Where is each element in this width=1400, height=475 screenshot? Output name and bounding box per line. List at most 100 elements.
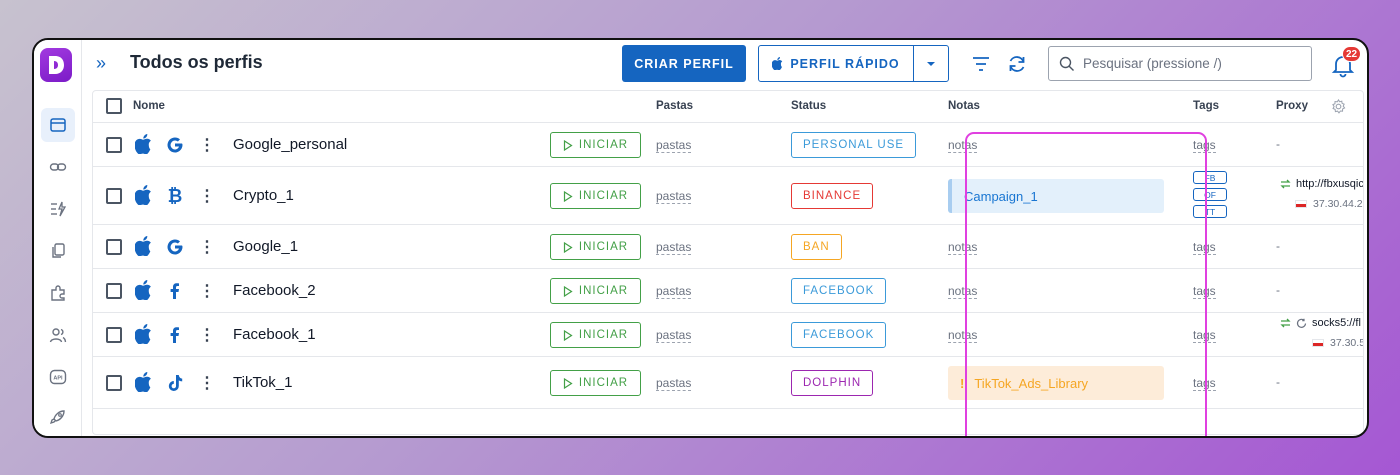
- refresh-icon[interactable]: [1006, 53, 1028, 75]
- proxy-empty: -: [1276, 137, 1280, 151]
- start-button[interactable]: INICIAR: [550, 322, 641, 348]
- profile-name[interactable]: Crypto_1: [233, 187, 294, 204]
- start-label: INICIAR: [578, 285, 629, 297]
- profile-name[interactable]: Google_1: [233, 238, 298, 255]
- search-input[interactable]: [1083, 56, 1303, 71]
- tags-link[interactable]: tags: [1193, 285, 1216, 299]
- expand-sidebar-icon[interactable]: »: [96, 53, 106, 74]
- status-badge[interactable]: PERSONAL USE: [791, 132, 917, 158]
- column-status[interactable]: Status: [791, 100, 826, 112]
- start-button[interactable]: INICIAR: [550, 278, 641, 304]
- sidebar-item-api[interactable]: API: [41, 360, 75, 394]
- row-checkbox[interactable]: [106, 137, 122, 153]
- column-notes[interactable]: Notas: [948, 100, 980, 112]
- filter-icon[interactable]: [970, 53, 992, 75]
- tiktok-icon: [165, 373, 185, 393]
- proxy-entry[interactable]: http://fbxusqic: [1280, 178, 1363, 190]
- tags-link[interactable]: tags: [1193, 139, 1216, 153]
- quick-profile-dropdown[interactable]: [913, 45, 949, 82]
- tags-link[interactable]: tags: [1193, 241, 1216, 255]
- proxy-entry[interactable]: socks5://fl: [1280, 317, 1361, 329]
- column-name[interactable]: Nome: [133, 100, 165, 112]
- status-badge[interactable]: FACEBOOK: [791, 278, 887, 304]
- sidebar-item-links[interactable]: [41, 150, 75, 184]
- top-bar: » Todos os perfis CRIAR PERFIL PERFIL RÁ…: [82, 40, 1367, 90]
- sidebar-item-profiles[interactable]: [41, 108, 75, 142]
- sidebar-item-extensions[interactable]: [41, 276, 75, 310]
- sidebar-item-automation[interactable]: [41, 192, 75, 226]
- table-row[interactable]: ⋮ Facebook_1 INICIAR pastas FACEBOOK not…: [93, 313, 1363, 357]
- profile-name[interactable]: TikTok_1: [233, 374, 292, 391]
- column-proxy[interactable]: Proxy: [1276, 100, 1308, 112]
- sidebar-item-launch[interactable]: [41, 400, 75, 434]
- tags-link[interactable]: tags: [1193, 329, 1216, 343]
- folders-link[interactable]: pastas: [656, 190, 692, 204]
- table-row[interactable]: ⋮ Facebook_2 INICIAR pastas FACEBOOK not…: [93, 269, 1363, 313]
- note-text: Campaign_1: [964, 188, 1038, 204]
- start-label: INICIAR: [578, 190, 629, 202]
- flag-icon: [1312, 339, 1324, 347]
- status-badge[interactable]: DOLPHIN: [791, 370, 874, 396]
- row-checkbox[interactable]: [106, 283, 122, 299]
- more-options-icon[interactable]: ⋮: [199, 135, 215, 155]
- profile-name[interactable]: Facebook_2: [233, 282, 316, 299]
- notes-link[interactable]: notas: [948, 241, 978, 255]
- folders-link[interactable]: pastas: [656, 329, 692, 343]
- profile-name[interactable]: Google_personal: [233, 136, 347, 153]
- dolphin-logo-icon[interactable]: [40, 48, 72, 82]
- table-row[interactable]: ⋮ Google_personal INICIAR pastas PERSONA…: [93, 123, 1363, 167]
- note-chip[interactable]: ! TikTok_Ads_Library: [948, 366, 1164, 400]
- folders-link[interactable]: pastas: [656, 377, 692, 391]
- column-settings-gear-icon[interactable]: [1331, 99, 1346, 114]
- status-badge[interactable]: BAN: [791, 234, 842, 260]
- apple-icon: [134, 372, 153, 393]
- status-badge[interactable]: FACEBOOK: [791, 322, 887, 348]
- create-profile-button[interactable]: CRIAR PERFIL: [622, 45, 746, 82]
- search-field[interactable]: [1048, 46, 1312, 81]
- table-row[interactable]: ₿ ⋮ Crypto_1 INICIAR pastas BINANCE Camp…: [93, 167, 1363, 225]
- quick-profile-button[interactable]: PERFIL RÁPIDO: [758, 45, 914, 82]
- folders-link[interactable]: pastas: [656, 139, 692, 153]
- notes-link[interactable]: notas: [948, 329, 978, 343]
- start-button[interactable]: INICIAR: [550, 183, 641, 209]
- folders-link[interactable]: pastas: [656, 285, 692, 299]
- tags-link[interactable]: tags: [1193, 377, 1216, 391]
- table-row[interactable]: ⋮ Google_1 INICIAR pastas BAN notas tags…: [93, 225, 1363, 269]
- column-folders[interactable]: Pastas: [656, 100, 693, 112]
- search-icon: [1059, 56, 1074, 71]
- row-checkbox[interactable]: [106, 239, 122, 255]
- status-badge[interactable]: BINANCE: [791, 183, 874, 209]
- row-checkbox[interactable]: [106, 327, 122, 343]
- proxy-swap-icon[interactable]: [1280, 179, 1291, 189]
- tag-pill[interactable]: OF: [1193, 188, 1227, 201]
- more-options-icon[interactable]: ⋮: [199, 325, 215, 345]
- start-label: INICIAR: [578, 329, 629, 341]
- apple-icon: [772, 57, 783, 70]
- sidebar-item-copy[interactable]: [41, 234, 75, 268]
- api-icon: API: [49, 369, 67, 385]
- row-checkbox[interactable]: [106, 375, 122, 391]
- more-options-icon[interactable]: ⋮: [199, 281, 215, 301]
- notes-link[interactable]: notas: [948, 285, 978, 299]
- more-options-icon[interactable]: ⋮: [199, 186, 215, 206]
- start-button[interactable]: INICIAR: [550, 370, 641, 396]
- tag-pill[interactable]: TT: [1193, 205, 1227, 218]
- start-button[interactable]: INICIAR: [550, 132, 641, 158]
- sidebar-item-users[interactable]: [41, 318, 75, 352]
- start-label: INICIAR: [578, 139, 629, 151]
- apple-icon: [134, 236, 153, 257]
- proxy-refresh-icon[interactable]: [1296, 318, 1307, 329]
- note-chip[interactable]: Campaign_1: [948, 179, 1164, 213]
- proxy-swap-icon[interactable]: [1280, 318, 1291, 328]
- start-button[interactable]: INICIAR: [550, 234, 641, 260]
- column-tags[interactable]: Tags: [1193, 100, 1219, 112]
- tag-pill[interactable]: FB: [1193, 171, 1227, 184]
- notes-link[interactable]: notas: [948, 139, 978, 153]
- table-row[interactable]: ⋮ TikTok_1 INICIAR pastas DOLPHIN ! TikTo…: [93, 357, 1363, 409]
- more-options-icon[interactable]: ⋮: [199, 373, 215, 393]
- select-all-checkbox[interactable]: [106, 98, 122, 114]
- row-checkbox[interactable]: [106, 188, 122, 204]
- profile-name[interactable]: Facebook_1: [233, 326, 316, 343]
- more-options-icon[interactable]: ⋮: [199, 237, 215, 257]
- folders-link[interactable]: pastas: [656, 241, 692, 255]
